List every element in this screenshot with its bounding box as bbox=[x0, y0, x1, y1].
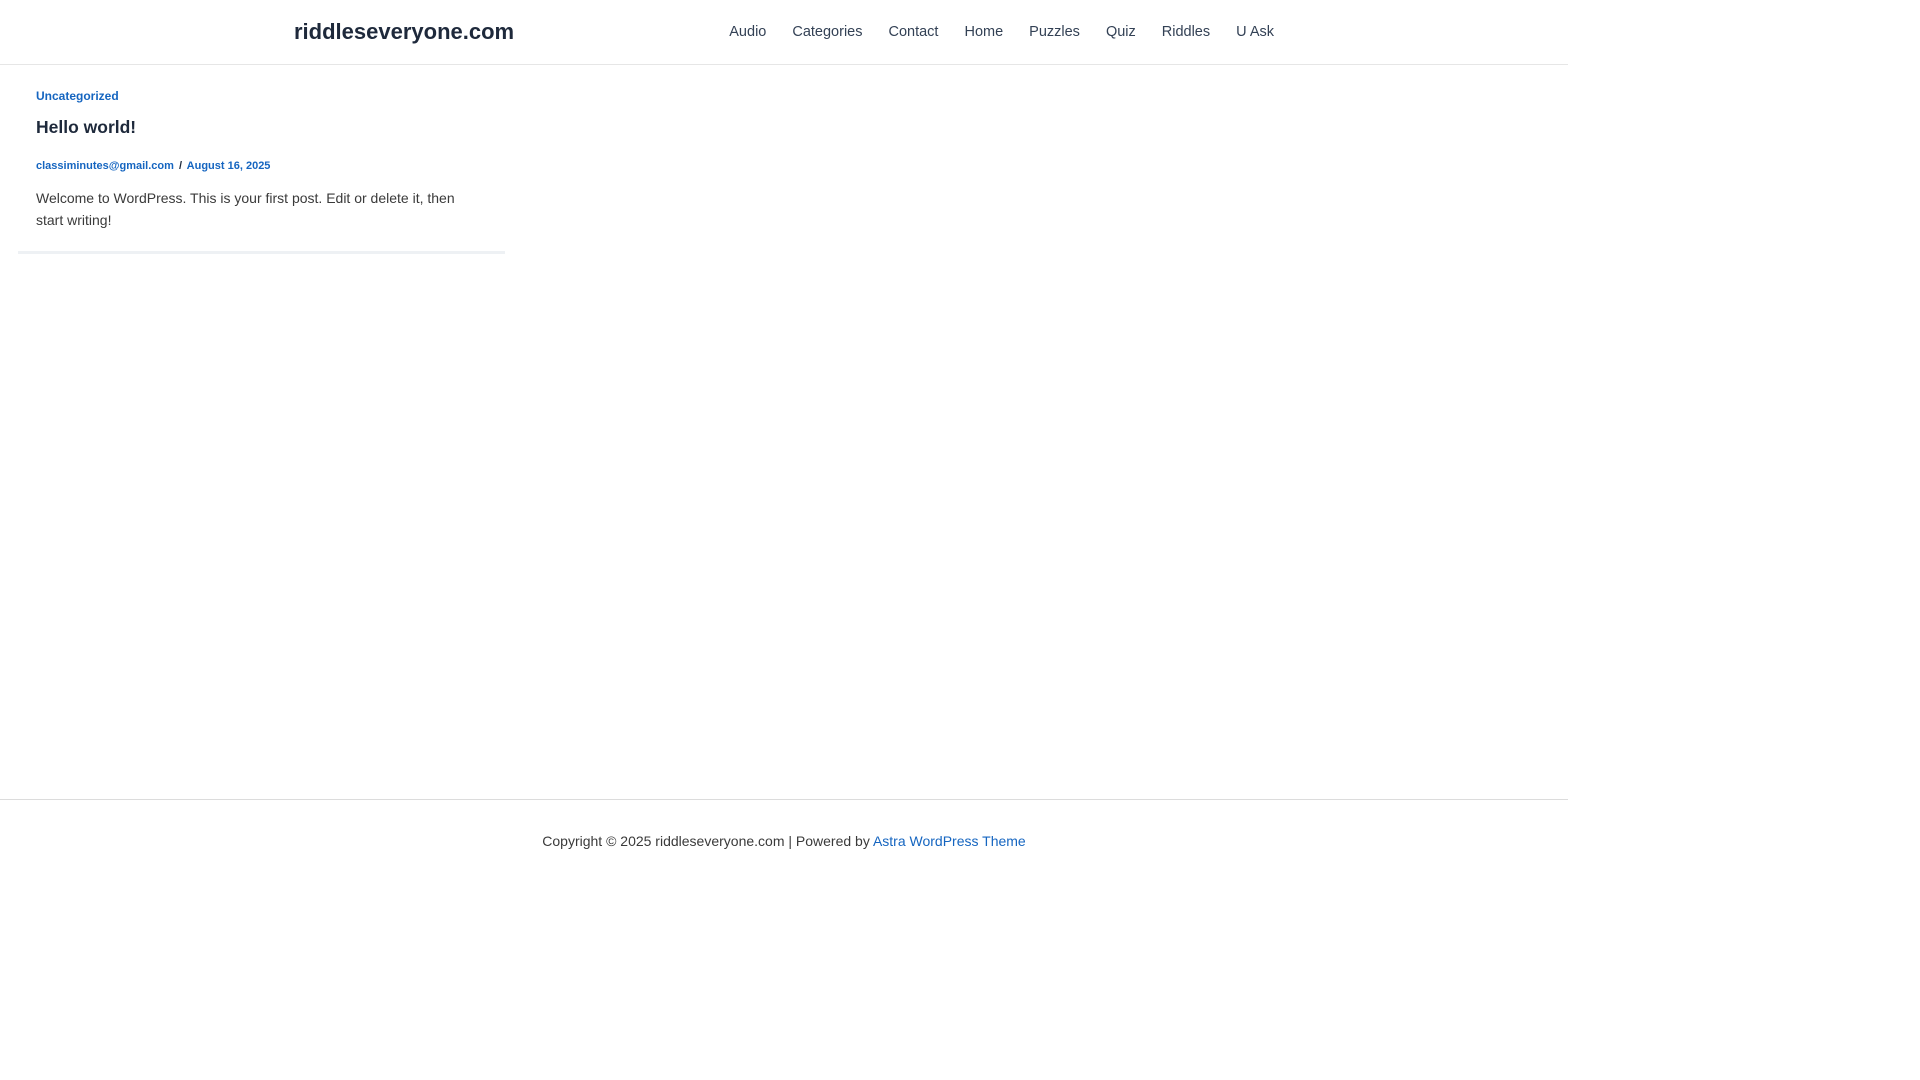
post-excerpt: Welcome to WordPress. This is your first… bbox=[36, 190, 455, 228]
nav-item-quiz[interactable]: Quiz bbox=[1093, 0, 1149, 64]
nav-item-riddles[interactable]: Riddles bbox=[1149, 0, 1223, 64]
post-date-link[interactable]: August 16, 2025 bbox=[187, 160, 271, 172]
nav-item-contact[interactable]: Contact bbox=[875, 0, 951, 64]
site-title-link[interactable]: riddleseveryone.com bbox=[294, 18, 514, 46]
post-author-link[interactable]: classiminutes@gmail.com bbox=[36, 160, 174, 172]
copyright-text: Copyright © 2025 riddleseveryone.com | P… bbox=[542, 833, 873, 849]
nav-item-audio[interactable]: Audio bbox=[716, 0, 779, 64]
site-footer: Copyright © 2025 riddleseveryone.com | P… bbox=[0, 799, 1568, 882]
post-card: Uncategorized Hello world! classiminutes… bbox=[18, 66, 505, 254]
nav-item-u-ask[interactable]: U Ask bbox=[1223, 0, 1274, 64]
post-meta: classiminutes@gmail.com / August 16, 202… bbox=[36, 160, 270, 172]
nav-item-categories[interactable]: Categories bbox=[779, 0, 875, 64]
post-title-link[interactable]: Hello world! bbox=[36, 117, 136, 138]
nav-item-home[interactable]: Home bbox=[951, 0, 1016, 64]
theme-link[interactable]: Astra WordPress Theme bbox=[873, 833, 1026, 849]
meta-separator: / bbox=[178, 160, 183, 172]
nav-item-puzzles[interactable]: Puzzles bbox=[1016, 0, 1093, 64]
site-header: riddleseveryone.com Audio Categories Con… bbox=[0, 0, 1568, 65]
post-category-link[interactable]: Uncategorized bbox=[36, 89, 119, 103]
footer-copyright: Copyright © 2025 riddleseveryone.com | P… bbox=[0, 833, 1568, 849]
main-navigation: Audio Categories Contact Home Puzzles Qu… bbox=[716, 0, 1274, 64]
